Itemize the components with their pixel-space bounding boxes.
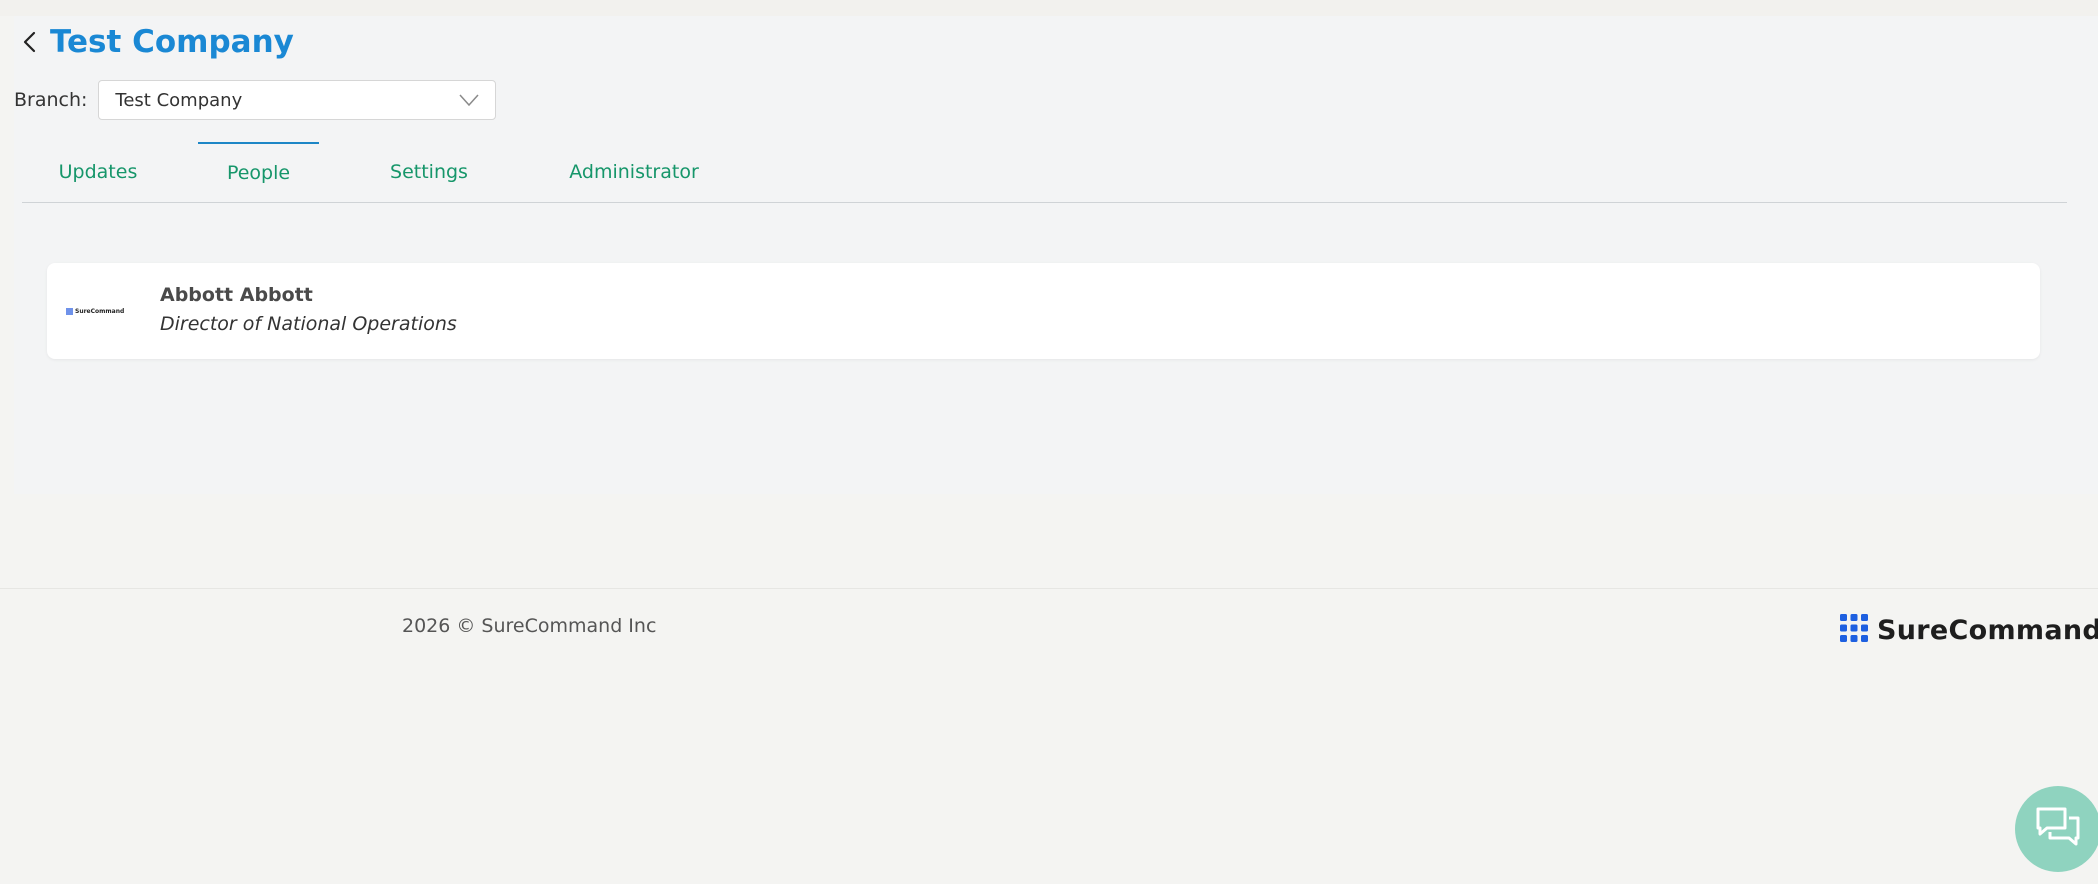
page-header: Test Company (22, 20, 294, 64)
branch-row: Branch: Test Company (14, 80, 497, 120)
tab-people[interactable]: People (198, 142, 319, 202)
chevron-left-icon[interactable] (22, 30, 42, 54)
tab-bar: Updates People Settings Administrator (22, 142, 2067, 203)
person-card[interactable]: SureCommand Abbott Abbott Director of Na… (47, 263, 2040, 359)
branch-label: Branch: (14, 89, 88, 111)
page: Test Company Branch: Test Company Update… (0, 0, 2098, 884)
footer-copyright: 2026 © SureCommand Inc (402, 615, 657, 637)
person-title: Director of National Operations (160, 313, 457, 335)
logo-text: SureCommand (75, 307, 125, 315)
footer-divider (0, 588, 2098, 589)
person-name: Abbott Abbott (160, 284, 313, 306)
footer-brand-logo: SureCommand (1840, 614, 2098, 646)
grid-dots-icon (1840, 614, 1868, 646)
chevron-down-icon (459, 91, 479, 110)
footer-brand-text: SureCommand (1877, 614, 2098, 646)
tab-settings[interactable]: Settings (368, 142, 490, 202)
chat-bubbles-icon (2035, 806, 2081, 852)
logo-mark (66, 307, 73, 315)
tab-updates[interactable]: Updates (38, 142, 158, 202)
chat-button[interactable] (2015, 786, 2098, 872)
company-logo: SureCommand (66, 305, 128, 317)
top-strip (0, 0, 2098, 16)
branch-select-value: Test Company (115, 89, 243, 111)
tab-administrator[interactable]: Administrator (552, 142, 716, 202)
person-info: Abbott Abbott Director of National Opera… (160, 282, 457, 340)
page-title: Test Company (50, 24, 294, 60)
branch-select[interactable]: Test Company (98, 80, 497, 120)
